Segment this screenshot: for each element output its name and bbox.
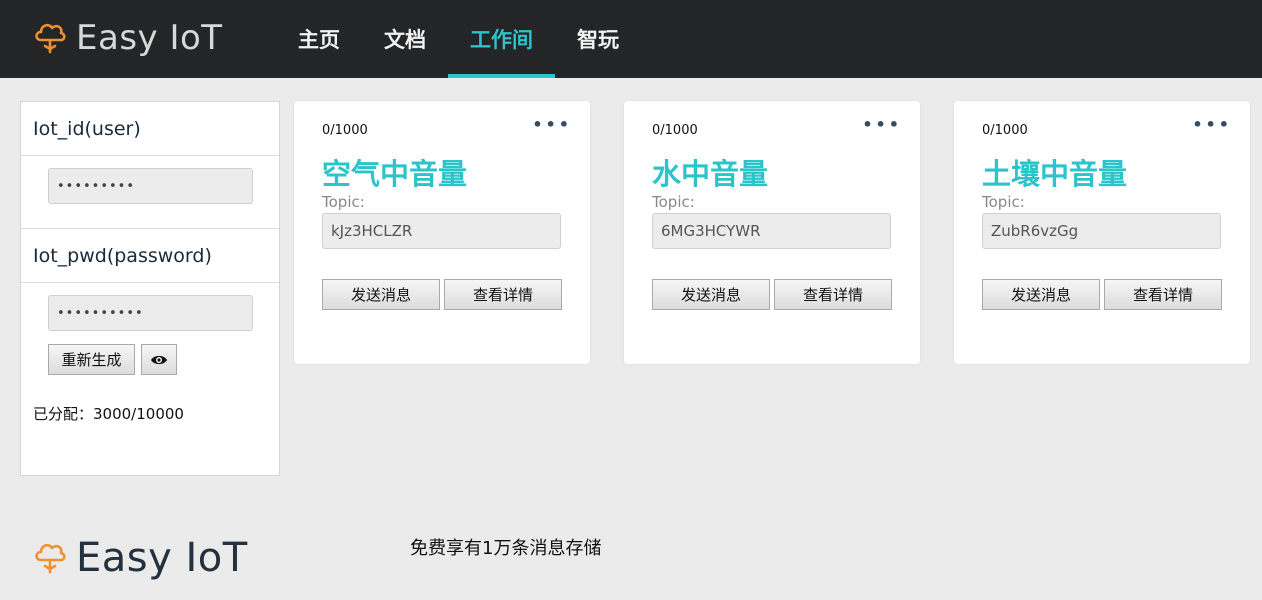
password-label: Iot_pwd(password): [33, 244, 212, 267]
cloud-tree-logo-icon: [35, 23, 66, 54]
topic-field[interactable]: ZubR6vzGg: [982, 213, 1221, 249]
message-count: 0/1000: [982, 123, 1028, 138]
main-nav: 主页 文档 工作间 智玩: [276, 0, 641, 78]
user-id-section: •••••••••: [21, 155, 279, 228]
device-card: ••• 0/1000 空气中音量 Topic: kJz3HCLZR 发送消息 查…: [294, 101, 590, 364]
eye-icon: [151, 355, 167, 364]
device-card: ••• 0/1000 土壤中音量 Topic: ZubR6vzGg 发送消息 查…: [954, 101, 1250, 364]
topic-label: Topic:: [652, 193, 695, 211]
device-card: ••• 0/1000 水中音量 Topic: 6MG3HCYWR 发送消息 查看…: [624, 101, 920, 364]
credential-actions: 重新生成: [48, 344, 279, 375]
card-actions: 发送消息 查看详情: [322, 279, 562, 310]
card-actions: 发送消息 查看详情: [982, 279, 1222, 310]
card-actions: 发送消息 查看详情: [652, 279, 892, 310]
nav-play[interactable]: 智玩: [555, 0, 641, 78]
header-logo[interactable]: Easy IoT: [32, 18, 223, 58]
app-name: Easy IoT: [76, 18, 223, 58]
device-title: 水中音量: [652, 157, 769, 191]
reveal-password-button[interactable]: [141, 344, 177, 375]
view-details-button[interactable]: 查看详情: [1104, 279, 1222, 310]
topic-label: Topic:: [322, 193, 365, 211]
nav-workspace[interactable]: 工作间: [448, 0, 555, 78]
nav-docs[interactable]: 文档: [362, 0, 448, 78]
footer-tagline: 免费享有1万条消息存储: [410, 538, 602, 559]
view-details-button[interactable]: 查看详情: [444, 279, 562, 310]
topic-field[interactable]: 6MG3HCYWR: [652, 213, 891, 249]
nav-home[interactable]: 主页: [276, 0, 362, 78]
topic-field[interactable]: kJz3HCLZR: [322, 213, 561, 249]
topic-label: Topic:: [982, 193, 1025, 211]
device-title: 空气中音量: [322, 157, 468, 191]
account-panel: Iot_id(user) ••••••••• Iot_pwd(password)…: [20, 101, 280, 476]
card-menu-icon[interactable]: •••: [1192, 115, 1232, 134]
footer-logo[interactable]: Easy IoT: [32, 535, 248, 581]
message-count: 0/1000: [652, 123, 698, 138]
view-details-button[interactable]: 查看详情: [774, 279, 892, 310]
send-message-button[interactable]: 发送消息: [652, 279, 770, 310]
regenerate-button[interactable]: 重新生成: [48, 344, 135, 375]
card-menu-icon[interactable]: •••: [862, 115, 902, 134]
device-title: 土壤中音量: [982, 157, 1128, 191]
footer-app-name: Easy IoT: [76, 535, 248, 581]
password-section: ••••••••••: [21, 282, 279, 344]
password-field[interactable]: ••••••••••: [48, 295, 253, 331]
cloud-tree-logo-icon: [35, 543, 66, 574]
card-menu-icon[interactable]: •••: [532, 115, 572, 134]
allocation-status: 已分配：3000/10000: [33, 405, 184, 423]
user-id-label: Iot_id(user): [33, 117, 141, 140]
message-count: 0/1000: [322, 123, 368, 138]
user-id-field[interactable]: •••••••••: [48, 168, 253, 204]
top-navbar: Easy IoT 主页 文档 工作间 智玩: [0, 0, 1262, 78]
send-message-button[interactable]: 发送消息: [982, 279, 1100, 310]
send-message-button[interactable]: 发送消息: [322, 279, 440, 310]
